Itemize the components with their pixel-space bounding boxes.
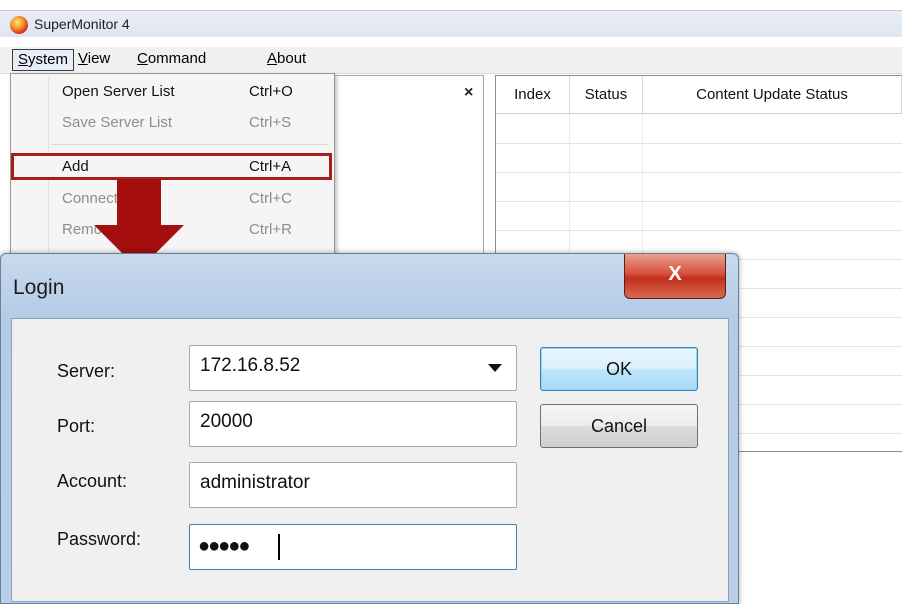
- menu-view[interactable]: View: [73, 49, 115, 69]
- port-value: 20000: [200, 411, 253, 432]
- menu-item-shortcut: Ctrl+A: [249, 158, 292, 175]
- app-logo-icon: [10, 16, 28, 34]
- arrow-shaft: [117, 179, 161, 227]
- account-label: Account:: [57, 471, 128, 491]
- server-label: Server:: [57, 361, 116, 381]
- close-button[interactable]: X: [624, 254, 726, 299]
- grid-row: [496, 230, 902, 231]
- port-field[interactable]: 20000: [189, 401, 517, 447]
- password-value: ●●●●●: [198, 535, 250, 557]
- menu-command[interactable]: Command: [132, 49, 211, 69]
- port-label: Port:: [57, 416, 96, 436]
- account-value: administrator: [200, 472, 310, 493]
- text-caret: [278, 534, 280, 560]
- server-combobox[interactable]: 172.16.8.52: [189, 345, 517, 391]
- title-bar: SuperMonitor 4: [0, 10, 902, 37]
- menu-item-shortcut: Ctrl+S: [249, 114, 292, 131]
- grid-header: Index Status Content Update Status: [496, 76, 902, 114]
- dialog-title: Login: [13, 276, 65, 299]
- close-icon[interactable]: ×: [464, 84, 473, 102]
- column-header-status[interactable]: Status: [570, 76, 643, 113]
- app-title: SuperMonitor 4: [34, 16, 130, 32]
- menu-item-label: Open Server List: [62, 83, 175, 100]
- menu-item-shortcut: Ctrl+O: [249, 83, 293, 100]
- menu-item-shortcut: Ctrl+C: [249, 190, 292, 207]
- server-value: 172.16.8.52: [200, 355, 301, 376]
- cancel-button[interactable]: Cancel: [540, 404, 698, 448]
- menu-item-connect[interactable]: Connect Ctrl+C: [11, 185, 332, 212]
- grid-row: [496, 172, 902, 173]
- column-header-index[interactable]: Index: [496, 76, 570, 113]
- menu-separator: [51, 144, 329, 145]
- menu-about[interactable]: About: [262, 49, 311, 69]
- menu-bar: System View Command About: [0, 47, 902, 74]
- menu-item-label: Save Server List: [62, 114, 173, 131]
- account-field[interactable]: administrator: [189, 462, 517, 508]
- chevron-down-icon[interactable]: [488, 364, 502, 372]
- dialog-body: Server: 172.16.8.52 Port: 20000 Account:…: [11, 318, 729, 602]
- menu-item-open-server-list[interactable]: Open Server List Ctrl+O: [11, 78, 332, 105]
- ok-button[interactable]: OK: [540, 347, 698, 391]
- password-field[interactable]: ●●●●●: [189, 524, 517, 570]
- menu-item-shortcut: Ctrl+R: [249, 221, 292, 238]
- menu-item-add[interactable]: Add Ctrl+A: [11, 153, 332, 180]
- password-label: Password:: [57, 529, 142, 549]
- menu-item-label: Connect: [62, 190, 118, 207]
- column-header-content-update-status[interactable]: Content Update Status: [643, 76, 902, 113]
- menu-item-save-server-list[interactable]: Save Server List Ctrl+S: [11, 109, 332, 136]
- menu-system[interactable]: System: [12, 49, 75, 71]
- login-dialog: Login X Server: 172.16.8.52 Port: 20000 …: [0, 253, 739, 604]
- menu-item-label: Add: [62, 158, 89, 175]
- grid-row: [496, 143, 902, 144]
- grid-row: [496, 201, 902, 202]
